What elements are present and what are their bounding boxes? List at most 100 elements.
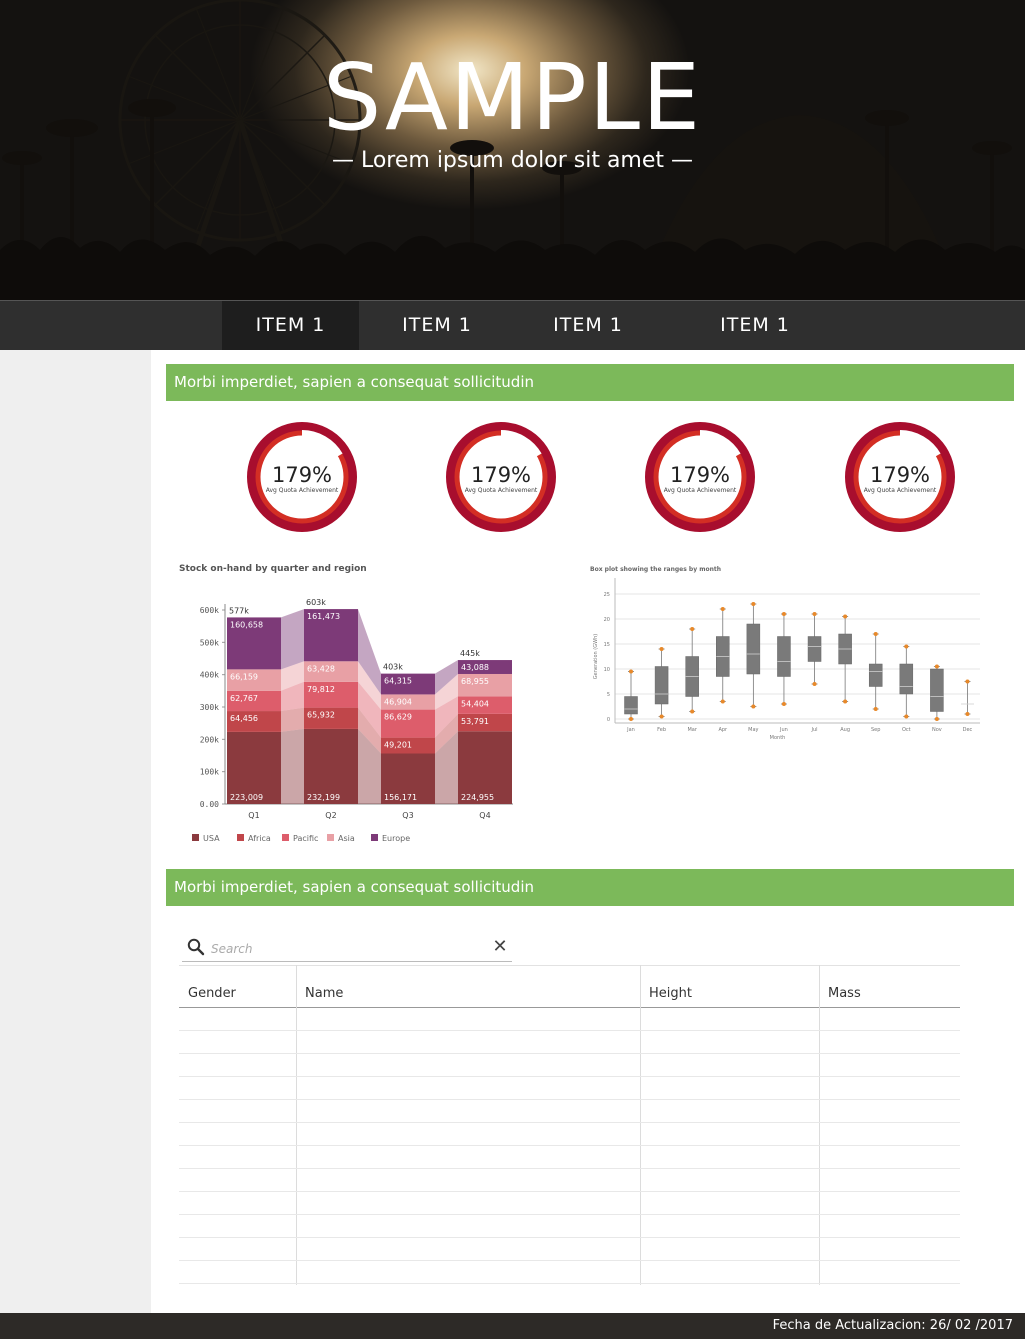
table-row[interactable] bbox=[179, 1169, 960, 1192]
x-tick-label: Q1 bbox=[248, 811, 259, 820]
clear-search-icon[interactable]: ✕ bbox=[491, 937, 509, 957]
column-header-mass[interactable]: Mass bbox=[819, 965, 960, 1008]
table-row[interactable] bbox=[179, 1100, 960, 1123]
nav-item-2[interactable]: ITEM 1 bbox=[367, 301, 507, 350]
gauge-2: 179% Avg Quota Achievement bbox=[444, 420, 558, 534]
outlier-point bbox=[720, 607, 725, 611]
outlier-point bbox=[781, 612, 786, 616]
y-tick-label: 20 bbox=[604, 617, 610, 623]
outlier-point bbox=[720, 699, 725, 704]
data-label: 224,955 bbox=[461, 793, 494, 802]
table-row[interactable] bbox=[179, 1123, 960, 1146]
data-label: 54,404 bbox=[461, 699, 489, 708]
x-tick-label: Mar bbox=[687, 727, 697, 733]
y-tick-label: 600k bbox=[200, 606, 219, 615]
total-label: 445k bbox=[460, 649, 480, 658]
data-label: 49,201 bbox=[384, 741, 412, 750]
box bbox=[899, 663, 914, 695]
data-label: 160,658 bbox=[230, 620, 263, 629]
section-header-table: Morbi imperdiet, sapien a consequat soll… bbox=[166, 869, 1014, 906]
data-label: 223,009 bbox=[230, 793, 263, 802]
left-sidebar bbox=[0, 350, 151, 1313]
nav-item-4[interactable]: ITEM 1 bbox=[685, 301, 825, 350]
outlier-point bbox=[751, 704, 756, 709]
box-plot-chart: 0 5 10 15 20 25 Jan Feb Mar Apr May Jun Jul Aug Sep Oct… bbox=[593, 578, 980, 741]
data-label: 62,767 bbox=[230, 694, 258, 703]
x-axis-label: Month bbox=[770, 735, 786, 741]
gauge-label: Avg Quota Achievement bbox=[863, 487, 937, 494]
stock-on-hand-chart: 0.00 100k 200k 300k 400k 500k 600k 223,009 232,1… bbox=[192, 598, 513, 843]
box bbox=[654, 666, 669, 705]
legend-swatch bbox=[371, 834, 378, 841]
nav-item-1[interactable]: ITEM 1 bbox=[222, 301, 359, 350]
gauge-value: 179% bbox=[470, 463, 532, 487]
column-header-name[interactable]: Name bbox=[296, 965, 640, 1008]
column-header-height[interactable]: Height bbox=[640, 965, 819, 1008]
table-row[interactable] bbox=[179, 1238, 960, 1261]
y-tick-label: 10 bbox=[604, 667, 610, 673]
outlier-point bbox=[629, 669, 633, 674]
search-icon bbox=[187, 938, 205, 956]
section-header-kpis: Morbi imperdiet, sapien a consequat soll… bbox=[166, 364, 1014, 401]
column-header-gender[interactable]: Gender bbox=[179, 965, 296, 1008]
legend-label: Europe bbox=[382, 834, 410, 843]
data-label: 63,428 bbox=[307, 664, 335, 673]
boxplot-title: Box plot showing the ranges by month bbox=[590, 566, 721, 573]
outlier-point bbox=[812, 612, 817, 616]
table-row[interactable] bbox=[179, 1146, 960, 1169]
hero-title: SAMPLE bbox=[322, 44, 703, 151]
stock-chart-title: Stock on-hand by quarter and region bbox=[179, 564, 367, 574]
x-tick-label: Nov bbox=[932, 727, 942, 733]
data-label: 68,955 bbox=[461, 677, 489, 686]
x-tick-label: Jan bbox=[626, 727, 635, 733]
outlier-point bbox=[873, 632, 878, 636]
gauge-label: Avg Quota Achievement bbox=[464, 487, 538, 494]
gauge-value: 179% bbox=[669, 463, 731, 487]
table-row[interactable] bbox=[179, 1215, 960, 1238]
legend-swatch bbox=[237, 834, 244, 841]
table-row[interactable] bbox=[179, 1077, 960, 1100]
search-input[interactable] bbox=[211, 939, 481, 959]
outlier-point bbox=[751, 602, 756, 606]
gauge-label: Avg Quota Achievement bbox=[265, 487, 339, 494]
gauge-label: Avg Quota Achievement bbox=[663, 487, 737, 494]
stack-ribbon bbox=[281, 707, 304, 732]
data-label: 232,199 bbox=[307, 793, 340, 802]
table-row[interactable] bbox=[179, 1261, 960, 1284]
x-tick-label: Sep bbox=[871, 727, 880, 733]
table-row[interactable] bbox=[179, 1008, 960, 1031]
data-table: Gender Name Height Mass bbox=[179, 965, 960, 1285]
x-tick-label: Dec bbox=[963, 727, 973, 733]
data-label: 79,812 bbox=[307, 685, 335, 694]
gauge-value: 179% bbox=[869, 463, 931, 487]
y-tick-label: 5 bbox=[607, 692, 610, 698]
table-row[interactable] bbox=[179, 1031, 960, 1054]
outlier-point bbox=[934, 717, 939, 721]
y-tick-label: 400k bbox=[200, 671, 219, 680]
y-axis-label: Generation (GWh) bbox=[593, 634, 599, 679]
data-label: 43,088 bbox=[461, 663, 489, 672]
x-tick-label: Q3 bbox=[402, 811, 413, 820]
legend-label: Asia bbox=[338, 834, 355, 843]
table-row[interactable] bbox=[179, 1192, 960, 1215]
x-tick-label: Q4 bbox=[479, 811, 490, 820]
data-label: 53,791 bbox=[461, 717, 489, 726]
data-label: 66,159 bbox=[230, 672, 258, 681]
y-tick-label: 15 bbox=[604, 642, 610, 648]
box bbox=[777, 636, 791, 677]
x-tick-label: Jul bbox=[811, 727, 818, 733]
y-tick-label: 100k bbox=[200, 768, 219, 777]
legend-swatch bbox=[327, 834, 334, 841]
table-row[interactable] bbox=[179, 1054, 960, 1077]
box bbox=[807, 636, 822, 662]
outlier-point bbox=[659, 714, 664, 719]
y-tick-label: 0 bbox=[607, 717, 610, 723]
y-tick-label: 0.00 bbox=[200, 800, 219, 809]
nav-item-3[interactable]: ITEM 1 bbox=[518, 301, 658, 350]
outlier-point bbox=[690, 709, 695, 714]
gauge-3: 179% Avg Quota Achievement bbox=[643, 420, 757, 534]
x-tick-label: Jun bbox=[779, 727, 788, 733]
outlier-point bbox=[965, 679, 970, 684]
outlier-point bbox=[690, 627, 695, 631]
outlier-point bbox=[812, 682, 817, 686]
